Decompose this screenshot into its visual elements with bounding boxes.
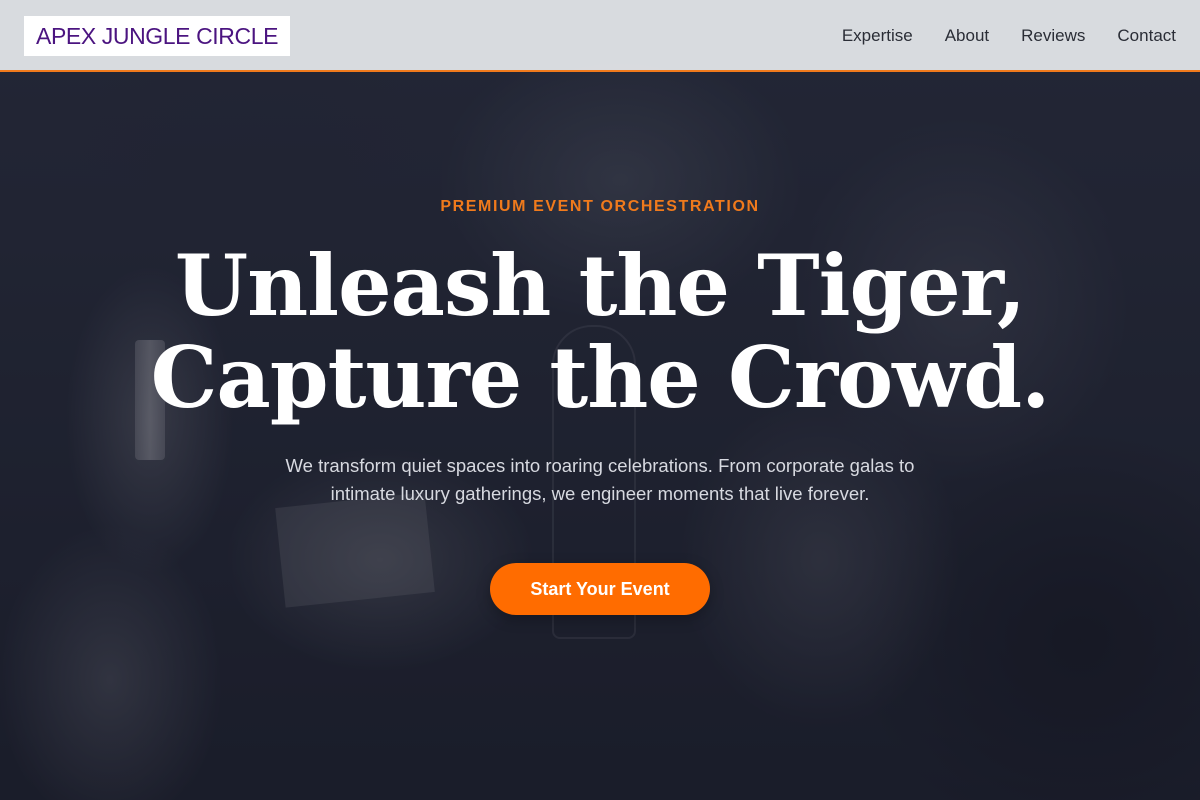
hero-headline-line-1: Unleash the Tiger, (174, 236, 1026, 335)
page: APEX JUNGLE CIRCLE Expertise About Revie… (0, 0, 1200, 800)
hero-subtitle: We transform quiet spaces into roaring c… (285, 455, 915, 504)
start-event-button[interactable]: Start Your Event (490, 563, 710, 615)
hero-section: PREMIUM EVENT ORCHESTRATION Unleash the … (0, 0, 1200, 800)
hero-eyebrow: PREMIUM EVENT ORCHESTRATION (440, 198, 760, 215)
hero-headline: Unleash the Tiger, Capture the Crowd. (0, 240, 1200, 424)
hero-headline-line-2: Capture the Crowd. (150, 328, 1051, 427)
